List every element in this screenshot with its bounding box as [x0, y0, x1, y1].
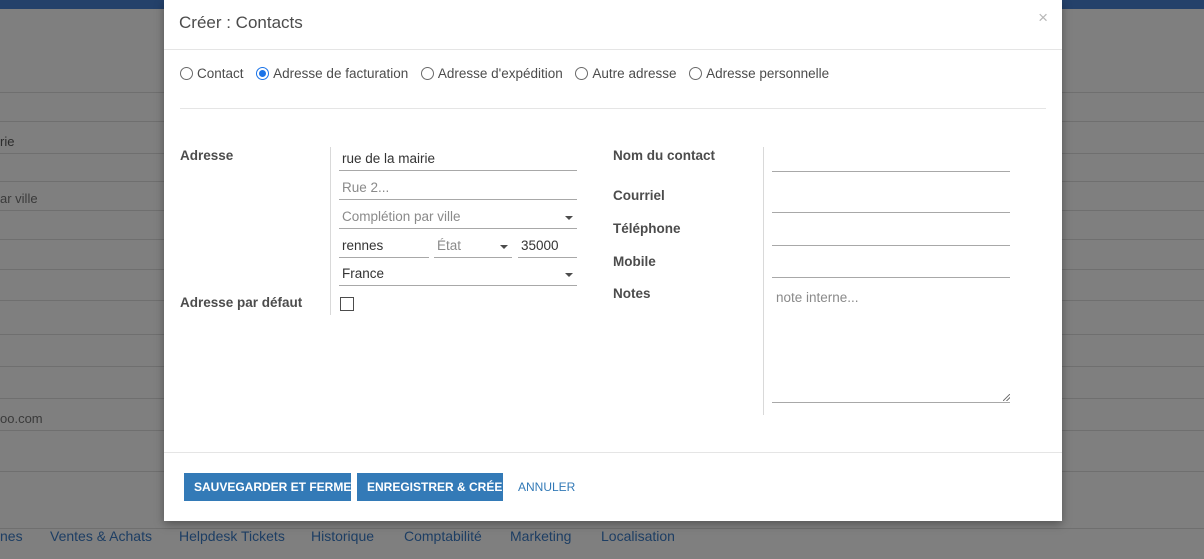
tab-helpdesk-tickets[interactable]: Helpdesk Tickets — [179, 528, 285, 544]
chevron-down-icon[interactable] — [565, 273, 573, 277]
radio-button-selected[interactable] — [256, 67, 270, 80]
background-notebook-tabs: nes Ventes & Achats Helpdesk Tickets His… — [0, 528, 1204, 559]
radio-button[interactable] — [689, 67, 703, 80]
notes-label: Notes — [613, 286, 651, 301]
cancel-button[interactable]: ANNULER — [518, 473, 575, 501]
mobile-input[interactable] — [772, 254, 1010, 278]
radio-label: Adresse d'expédition — [437, 66, 563, 81]
radio-label: Contact — [197, 66, 244, 81]
tab-localisation[interactable]: Localisation — [601, 528, 675, 544]
tab-accounting[interactable]: Comptabilité — [404, 528, 482, 544]
street2-placeholder: Rue 2... — [342, 180, 390, 195]
city-value: rennes — [342, 238, 384, 253]
dialog-header: Créer : Contacts × — [164, 0, 1062, 50]
close-icon[interactable]: × — [1038, 8, 1048, 28]
zip-value: 35000 — [521, 238, 559, 253]
mobile-label: Mobile — [613, 254, 656, 269]
contact-name-input[interactable] — [772, 148, 1010, 172]
tab-history[interactable]: Historique — [311, 528, 374, 544]
city-completion-select[interactable]: Complétion par ville — [339, 205, 577, 229]
resize-handle-icon[interactable] — [1003, 394, 1010, 401]
default-address-checkbox[interactable] — [340, 297, 354, 311]
radio-button[interactable] — [180, 67, 193, 80]
right-group-separator — [763, 147, 764, 415]
zip-input[interactable]: 35000 — [518, 234, 577, 258]
radio-delivery-address[interactable]: Adresse d'expédition — [420, 66, 563, 81]
tab-marketing[interactable]: Marketing — [510, 528, 571, 544]
street-input[interactable]: rue de la mairie — [339, 147, 577, 171]
radio-contact[interactable]: Contact — [180, 66, 244, 81]
street2-input[interactable]: Rue 2... — [339, 176, 577, 200]
tab-partial[interactable]: nes — [0, 528, 23, 544]
country-select[interactable]: France — [339, 262, 577, 286]
address-type-radio-group: Contact Adresse de facturation Adresse d… — [180, 66, 838, 84]
radio-other-address[interactable]: Autre adresse — [575, 66, 676, 81]
radio-button[interactable] — [420, 67, 434, 80]
radio-private-address[interactable]: Adresse personnelle — [689, 66, 829, 81]
phone-input[interactable] — [772, 222, 1010, 246]
radio-button[interactable] — [575, 67, 589, 80]
save-new-button[interactable]: ENREGISTRER & CRÉER — [357, 473, 511, 501]
save-close-button[interactable]: SAUVEGARDER ET FERMER — [184, 473, 360, 501]
tab-sales-purchases[interactable]: Ventes & Achats — [50, 528, 152, 544]
email-label: Courriel — [613, 188, 665, 203]
notes-textarea[interactable]: note interne... — [772, 285, 1010, 403]
address-label: Adresse — [180, 148, 234, 163]
background-city-fragment: ar ville — [0, 191, 38, 206]
state-select[interactable]: État — [434, 234, 512, 258]
street-value: rue de la mairie — [342, 151, 436, 166]
radio-label: Adresse personnelle — [706, 66, 830, 81]
state-placeholder: État — [437, 238, 462, 253]
left-group-separator — [330, 147, 331, 315]
chevron-down-icon[interactable] — [565, 216, 573, 220]
background-street-fragment: rie — [0, 134, 15, 149]
country-value: France — [342, 266, 385, 281]
default-address-label: Adresse par défaut — [180, 295, 303, 310]
radio-divider — [180, 108, 1046, 109]
phone-label: Téléphone — [613, 221, 681, 236]
radio-label: Autre adresse — [592, 66, 677, 81]
notes-placeholder: note interne... — [776, 290, 859, 305]
city-input[interactable]: rennes — [339, 234, 429, 258]
chevron-down-icon[interactable] — [500, 245, 508, 249]
create-contact-dialog: Créer : Contacts × Contact Adresse de fa… — [164, 0, 1062, 521]
contact-name-label: Nom du contact — [613, 148, 716, 163]
radio-invoice-address[interactable]: Adresse de facturation — [256, 66, 408, 81]
dialog-title: Créer : Contacts — [179, 13, 303, 32]
background-email-fragment: oo.com — [0, 411, 43, 426]
city-completion-placeholder: Complétion par ville — [342, 209, 461, 224]
email-input[interactable] — [772, 189, 1010, 213]
footer-divider — [164, 452, 1062, 453]
radio-label: Adresse de facturation — [273, 66, 409, 81]
